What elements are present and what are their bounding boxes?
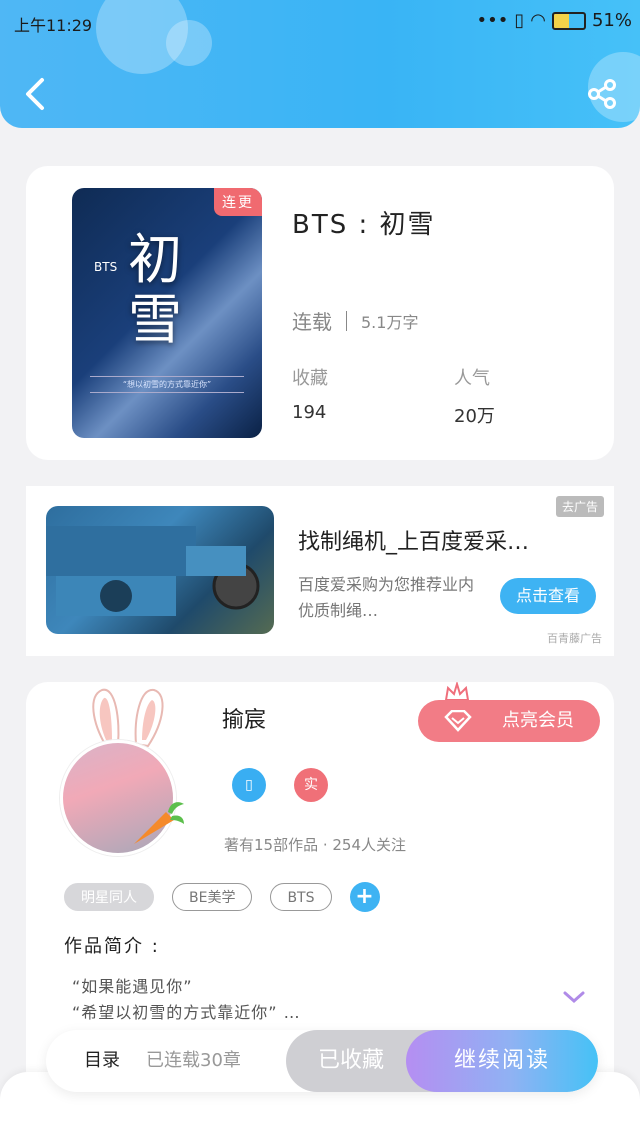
ad-banner[interactable]: 去广告 找制绳机_上百度爱采… 百度爱采购为您推荐业内优质制绳… 点击查看 百青…: [26, 486, 614, 656]
chapter-count[interactable]: 已连载30章: [146, 1030, 241, 1092]
word-count: 5.1万字: [361, 312, 419, 332]
tag-list: 明星同人 BE美学 BTS +: [64, 882, 380, 912]
book-status: 连载 5.1万字: [292, 306, 418, 335]
intro-line: “如果能遇见你”: [72, 977, 193, 996]
collected-label: 已收藏: [317, 1048, 384, 1073]
vip-button[interactable]: 点亮会员: [418, 700, 600, 742]
popularity-stat: 人气 20万: [454, 364, 495, 428]
tag-item[interactable]: 明星同人: [64, 883, 154, 911]
popularity-value: 20万: [454, 406, 495, 427]
intro-label: 作品简介 :: [64, 936, 160, 957]
ad-image[interactable]: [46, 506, 274, 634]
collect-value: 194: [292, 402, 327, 423]
continue-reading-button[interactable]: 继续阅读: [406, 1030, 598, 1092]
real-name-badge[interactable]: 实: [294, 768, 328, 802]
battery-level: 51%: [591, 10, 632, 31]
bunny-ears-icon: [92, 688, 164, 748]
cover-slogan: “想以初雪的方式靠近你”: [90, 376, 244, 393]
status-icons: ••• ▯ ◠ 51%: [477, 10, 633, 31]
serial-status: 连载: [292, 310, 332, 334]
phone-verified-badge[interactable]: ▯: [232, 768, 266, 802]
book-title: BTS : 初雪: [292, 210, 436, 240]
chevron-down-icon[interactable]: [562, 988, 586, 1006]
cover-title: 初雪: [128, 228, 182, 351]
popularity-label: 人气: [454, 368, 490, 389]
vip-button-label: 点亮会员: [502, 710, 574, 731]
ad-description: 百度爱采购为您推荐业内优质制绳…: [298, 575, 475, 620]
ad-source: 百青藤广告: [547, 632, 602, 645]
carrot-icon: [134, 802, 184, 844]
intro-line: “希望以初雪的方式靠近你” …: [72, 1003, 301, 1022]
action-bar: 目录 已连载30章 已收藏 继续阅读: [46, 1030, 598, 1092]
collect-label: 收藏: [292, 368, 328, 389]
add-tag-button[interactable]: +: [349, 882, 380, 912]
divider: [346, 310, 347, 331]
diamond-icon: [444, 710, 472, 732]
book-info-card: BTS 初雪 “想以初雪的方式靠近你” 连更 BTS : 初雪 连载 5.1万字…: [26, 166, 614, 460]
book-cover[interactable]: BTS 初雪 “想以初雪的方式靠近你” 连更: [72, 188, 262, 438]
author-name[interactable]: 揄宸: [222, 702, 266, 734]
intro-text: “如果能遇见你” “希望以初雪的方式靠近你” …: [72, 974, 301, 1026]
share-icon[interactable]: [586, 78, 618, 110]
notification-icon: ▯: [514, 10, 525, 31]
cover-series: BTS: [94, 260, 118, 274]
wifi-icon: ◠: [530, 10, 546, 31]
remove-ad-button[interactable]: 去广告: [555, 496, 604, 517]
crown-icon: [444, 682, 470, 701]
machine-illustration: [46, 526, 260, 616]
toc-button[interactable]: 目录: [84, 1030, 120, 1092]
update-tag: 连更: [214, 188, 262, 216]
ad-view-button[interactable]: 点击查看: [500, 578, 596, 614]
dots-icon: •••: [476, 10, 509, 31]
back-icon[interactable]: [22, 76, 52, 112]
top-header: 上午11:29 ••• ▯ ◠ 51%: [0, 0, 640, 128]
author-works-info: 著有15部作品 · 254人关注: [224, 836, 407, 854]
status-time: 上午11:29: [14, 16, 93, 35]
tag-item[interactable]: BE美学: [172, 883, 253, 911]
tag-item[interactable]: BTS: [270, 883, 332, 911]
battery-icon: [551, 11, 586, 30]
status-bar: 上午11:29 ••• ▯ ◠ 51%: [14, 10, 632, 36]
ad-title[interactable]: 找制绳机_上百度爱采…: [298, 524, 529, 556]
collect-stat: 收藏 194: [292, 364, 328, 423]
